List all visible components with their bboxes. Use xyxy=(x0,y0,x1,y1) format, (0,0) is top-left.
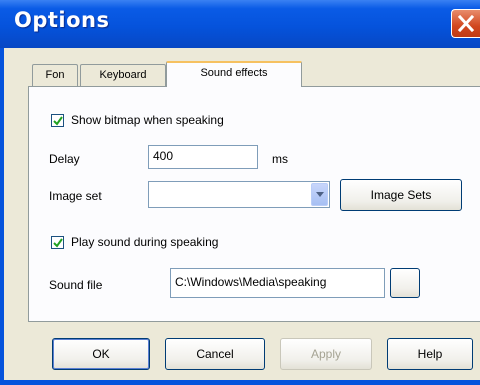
apply-button[interactable]: Apply xyxy=(280,338,372,370)
chevron-down-icon xyxy=(316,192,324,197)
tab-sound-effects-label: Sound effects xyxy=(200,67,268,79)
close-icon xyxy=(458,15,474,32)
options-dialog: Options Fon Keyboard Sound effects Show … xyxy=(0,0,480,385)
help-button[interactable]: Help xyxy=(387,338,473,370)
window-frame-bottom xyxy=(0,380,480,385)
tab-keyboard-label: Keyboard xyxy=(99,69,147,81)
ok-button[interactable]: OK xyxy=(52,338,150,370)
delay-unit-label: ms xyxy=(272,152,288,166)
tab-font[interactable]: Fon xyxy=(32,64,78,86)
browse-sound-button[interactable] xyxy=(390,268,420,298)
delay-input[interactable]: 400 xyxy=(148,145,258,169)
title-bar[interactable]: Options xyxy=(0,0,480,48)
sound-file-label: Sound file xyxy=(49,278,103,292)
cancel-button[interactable]: Cancel xyxy=(165,338,265,370)
tab-sound-effects[interactable]: Sound effects xyxy=(166,61,302,87)
image-set-label: Image set xyxy=(49,189,102,203)
checkmark-icon xyxy=(53,238,63,248)
window-title: Options xyxy=(14,8,110,32)
show-bitmap-label: Show bitmap when speaking xyxy=(71,113,224,127)
image-set-dropdown[interactable] xyxy=(148,181,330,208)
tab-font-label: Fon xyxy=(45,69,65,81)
tab-keyboard[interactable]: Keyboard xyxy=(80,64,166,86)
dropdown-arrow-button[interactable] xyxy=(311,183,328,206)
checkmark-icon xyxy=(53,116,63,126)
play-sound-label: Play sound during speaking xyxy=(71,235,219,249)
image-sets-button[interactable]: Image Sets xyxy=(340,179,462,211)
show-bitmap-checkbox[interactable] xyxy=(51,114,64,127)
delay-label: Delay xyxy=(49,152,80,166)
close-button[interactable] xyxy=(451,9,480,38)
window-frame-left xyxy=(0,48,4,385)
play-sound-checkbox[interactable] xyxy=(51,236,64,249)
sound-file-input[interactable]: C:\Windows\Media\speaking xyxy=(170,268,385,298)
